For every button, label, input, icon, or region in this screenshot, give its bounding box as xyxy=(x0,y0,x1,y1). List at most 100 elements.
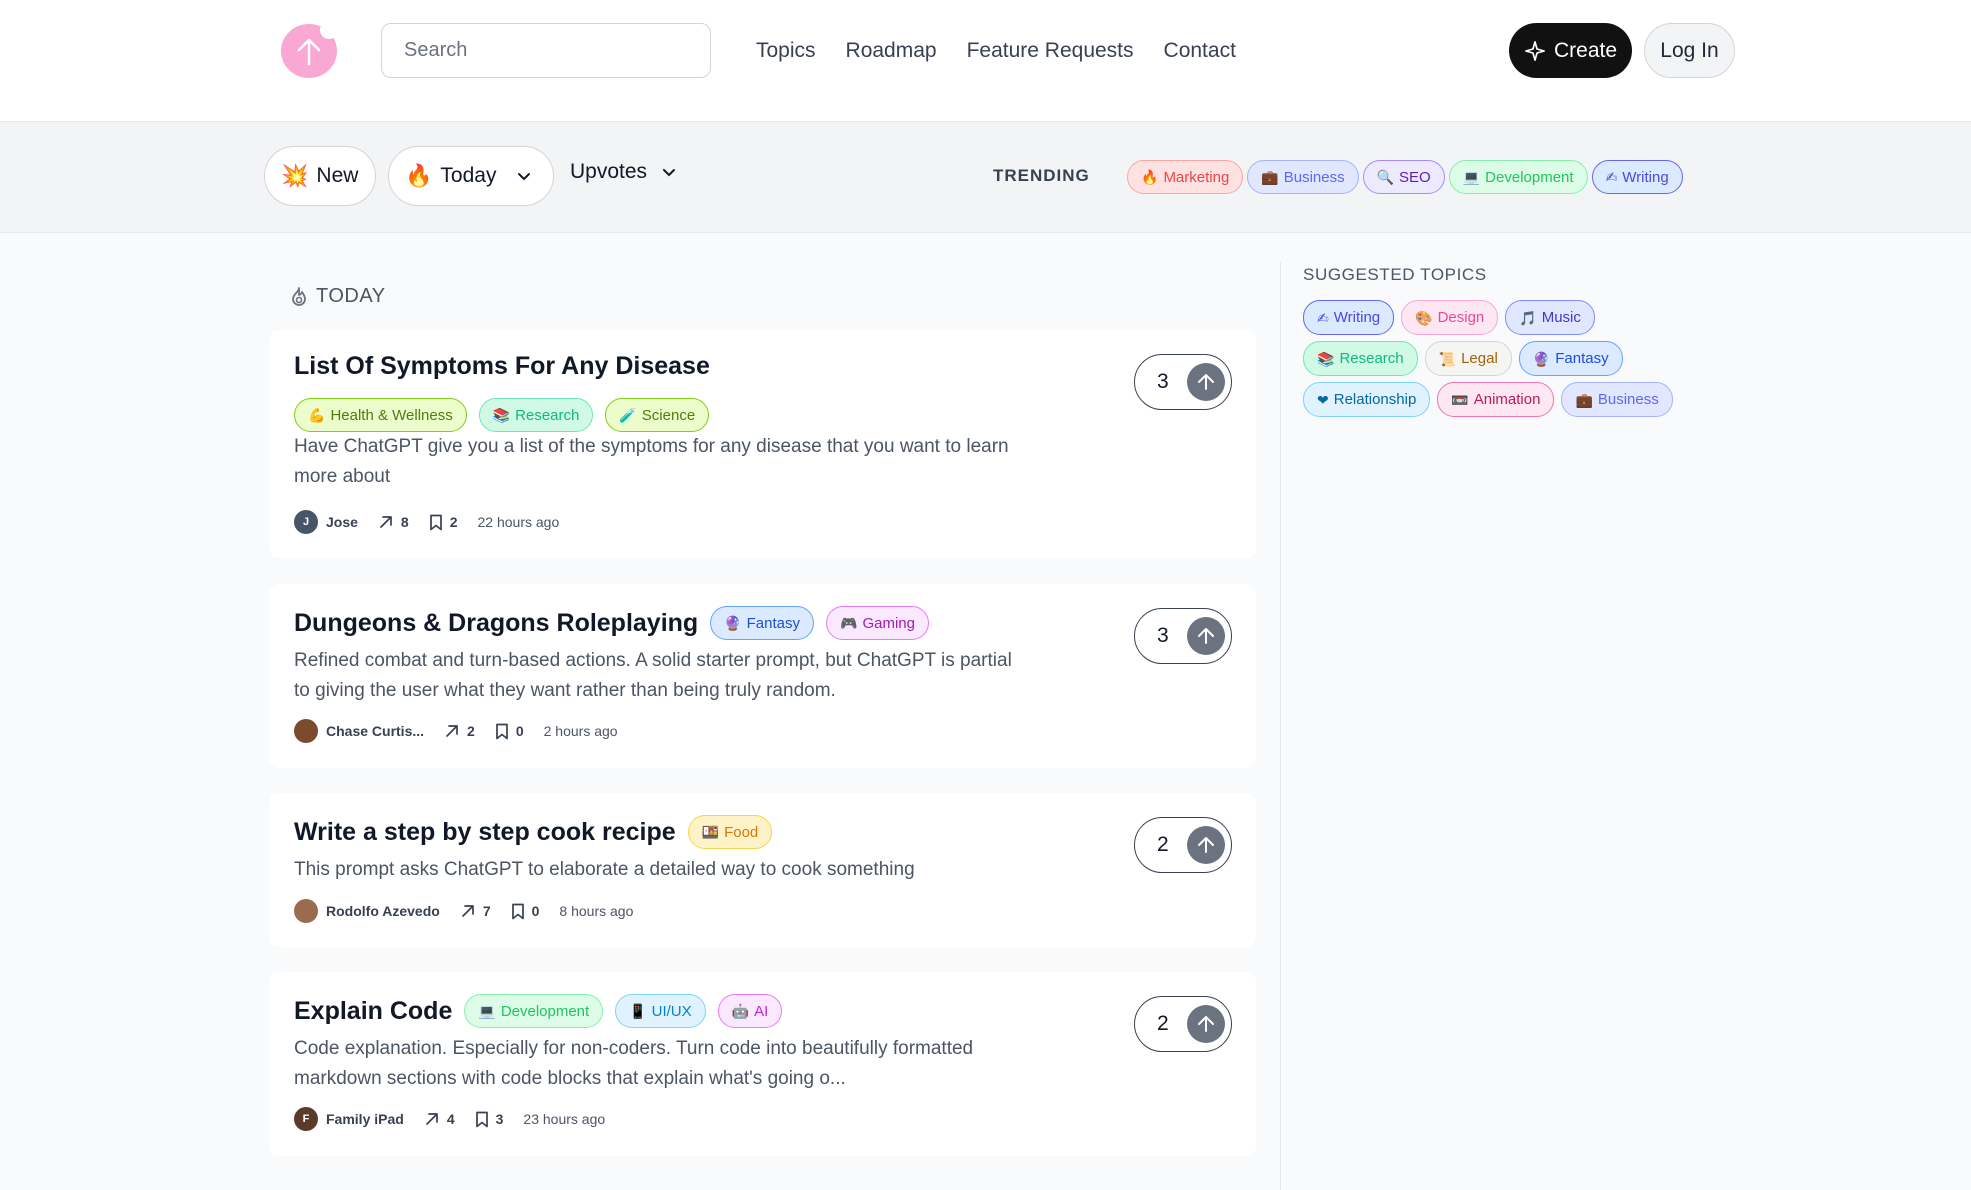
research-icon: 📚 xyxy=(1317,350,1335,367)
share-count[interactable]: 8 xyxy=(378,514,409,530)
topic-tag-label: SEO xyxy=(1399,168,1431,186)
topic-tag-writing[interactable]: ✍ Writing xyxy=(1591,160,1683,194)
topic-tag-fantasy[interactable]: 🔮 Fantasy xyxy=(710,606,814,640)
legal-icon: 📜 xyxy=(1438,350,1457,367)
post-title[interactable]: Write a step by step cook recipe xyxy=(294,818,676,847)
today-section-label: TODAY xyxy=(316,285,386,307)
post-title-row: Explain Code 💻 Development 📱 UI/UX 🤖 AI xyxy=(294,994,783,1028)
site-logo[interactable] xyxy=(281,24,337,78)
topic-tag-label: Research xyxy=(1339,350,1404,367)
marketing-icon: 🔥 xyxy=(1141,169,1159,185)
topic-tag-label: Legal xyxy=(1461,350,1498,367)
search-input[interactable] xyxy=(381,23,711,78)
topic-tag-food[interactable]: 🍱 Food xyxy=(687,815,773,849)
trending-label: TRENDING xyxy=(993,166,1090,185)
explosion-icon: 💥 xyxy=(281,163,309,188)
post-tags: 💪 Health & Wellness 📚 Research 🧪 Science xyxy=(294,398,710,432)
design-icon: 🎨 xyxy=(1415,309,1433,326)
post-meta: F Family iPad 4 3 23 hours ago xyxy=(294,1107,605,1131)
topic-tag-business[interactable]: 💼 Business xyxy=(1247,160,1359,194)
chevron-down-icon xyxy=(663,169,676,177)
topic-tag-seo[interactable]: 🔍 SEO xyxy=(1362,160,1445,194)
share-count[interactable]: 2 xyxy=(444,723,475,739)
topic-tag-writing[interactable]: ✍ Writing xyxy=(1303,300,1395,335)
post-author[interactable]: Rodolfo Azevedo xyxy=(294,899,440,923)
save-count-value: 0 xyxy=(531,903,540,919)
save-count[interactable]: 0 xyxy=(495,723,524,740)
topic-tag-gaming[interactable]: 🎮 Gaming xyxy=(826,606,929,640)
post-description: This prompt asks ChatGPT to elaborate a … xyxy=(294,859,915,880)
post-card[interactable]: Write a step by step cook recipe 🍱 Food Thi… xyxy=(269,793,1256,947)
topic-tag-science[interactable]: 🧪 Science xyxy=(605,398,710,432)
filter-bar: 💥 New 🔥 Today Upvotes TRENDING 🔥 Marketin… xyxy=(0,122,1971,233)
post-title[interactable]: List Of Symptoms For Any Disease xyxy=(294,352,710,381)
topic-tag-ai[interactable]: 🤖 AI xyxy=(717,994,783,1028)
topic-tag-design[interactable]: 🎨 Design xyxy=(1401,300,1499,335)
topic-tag-label: Animation xyxy=(1473,391,1541,408)
post-meta: Chase Curtis... 2 0 2 hours ago xyxy=(294,719,618,743)
topic-tag-business[interactable]: 💼 Business xyxy=(1561,382,1673,417)
post-card[interactable]: Explain Code 💻 Development 📱 UI/UX 🤖 AI Code ex… xyxy=(269,972,1256,1156)
post-title[interactable]: Explain Code xyxy=(294,997,452,1026)
share-count[interactable]: 4 xyxy=(424,1111,455,1127)
post-description: Code explanation. Especially for non-cod… xyxy=(294,1038,974,1089)
sort-dropdown[interactable]: Upvotes xyxy=(570,160,677,184)
topic-tag-development[interactable]: 💻 Development xyxy=(1448,160,1588,194)
nav-topics[interactable]: Topics xyxy=(756,37,816,65)
nav-roadmap[interactable]: Roadmap xyxy=(846,37,937,65)
avatar: J xyxy=(294,510,318,534)
topic-tag-music[interactable]: 🎵 Music xyxy=(1505,300,1595,335)
post-card[interactable]: List Of Symptoms For Any Disease 💪 Health … xyxy=(269,330,1256,558)
upvote-button[interactable]: 2 xyxy=(1134,817,1232,873)
nav-feature-requests[interactable]: Feature Requests xyxy=(967,37,1134,65)
topic-tag-label: Health & Wellness xyxy=(330,406,453,424)
topic-tag-label: Design xyxy=(1437,309,1485,326)
filter-time-label: Today xyxy=(440,164,497,187)
upvote-button[interactable]: 3 xyxy=(1134,354,1232,410)
topic-tag-research[interactable]: 📚 Research xyxy=(1303,341,1418,376)
topic-tag-legal[interactable]: 📜 Legal xyxy=(1424,341,1512,376)
upvote-button[interactable]: 2 xyxy=(1134,996,1232,1052)
development-icon: 💻 xyxy=(1462,169,1481,185)
post-author[interactable]: J Jose xyxy=(294,510,358,534)
post-author[interactable]: F Family iPad xyxy=(294,1107,404,1131)
post-author[interactable]: Chase Curtis... xyxy=(294,719,424,743)
topic-tag-ui-ux[interactable]: 📱 UI/UX xyxy=(615,994,706,1028)
food-icon: 🍱 xyxy=(701,824,720,840)
topic-tag-research[interactable]: 📚 Research xyxy=(478,398,594,432)
arrow-up-icon xyxy=(1187,1005,1225,1043)
suggested-topics-row: 📚 Research 📜 Legal 🔮 Fantasy xyxy=(1303,341,1623,376)
fire-icon: 🔥 xyxy=(405,163,433,188)
topic-tag-development[interactable]: 💻 Development xyxy=(464,994,604,1028)
topic-tag-marketing[interactable]: 🔥 Marketing xyxy=(1127,160,1244,194)
vote-count: 2 xyxy=(1157,1012,1169,1035)
filter-new-button[interactable]: 💥 New xyxy=(264,146,376,206)
upvote-button[interactable]: 3 xyxy=(1134,608,1232,664)
post-meta: J Jose 8 2 22 hours ago xyxy=(294,510,559,534)
topic-tag-fantasy[interactable]: 🔮 Fantasy xyxy=(1518,341,1623,376)
post-card[interactable]: Dungeons & Dragons Roleplaying 🔮 Fantasy 🎮 G… xyxy=(269,584,1256,768)
post-description: Have ChatGPT give you a list of the symp… xyxy=(294,436,1009,487)
share-count-value: 4 xyxy=(446,1111,455,1127)
fantasy-icon: 🔮 xyxy=(724,615,742,631)
topic-tag-animation[interactable]: 📼 Animation xyxy=(1437,382,1555,417)
main-nav: Topics Roadmap Feature Requests Contact xyxy=(756,37,1236,65)
save-count[interactable]: 2 xyxy=(429,514,458,531)
login-button[interactable]: Log In xyxy=(1644,23,1735,78)
create-button[interactable]: Create xyxy=(1509,23,1632,78)
filter-time-dropdown[interactable]: 🔥 Today xyxy=(388,146,554,206)
topic-tag-relationship[interactable]: ❤ Relationship xyxy=(1303,382,1431,417)
nav-contact[interactable]: Contact xyxy=(1164,37,1236,65)
share-count[interactable]: 7 xyxy=(460,903,491,919)
topic-tag-label: Development xyxy=(500,1002,590,1020)
topic-tag-label: Development xyxy=(1485,168,1574,186)
topic-tag-health-wellness[interactable]: 💪 Health & Wellness xyxy=(294,398,467,432)
topic-tag-label: Relationship xyxy=(1333,391,1417,408)
sparkle-icon xyxy=(1524,40,1545,61)
development-icon: 💻 xyxy=(478,1003,496,1019)
post-time: 2 hours ago xyxy=(543,723,618,739)
save-count[interactable]: 0 xyxy=(511,903,540,920)
vote-count: 3 xyxy=(1157,624,1169,647)
save-count[interactable]: 3 xyxy=(475,1111,503,1128)
post-title[interactable]: Dungeons & Dragons Roleplaying xyxy=(294,609,698,638)
